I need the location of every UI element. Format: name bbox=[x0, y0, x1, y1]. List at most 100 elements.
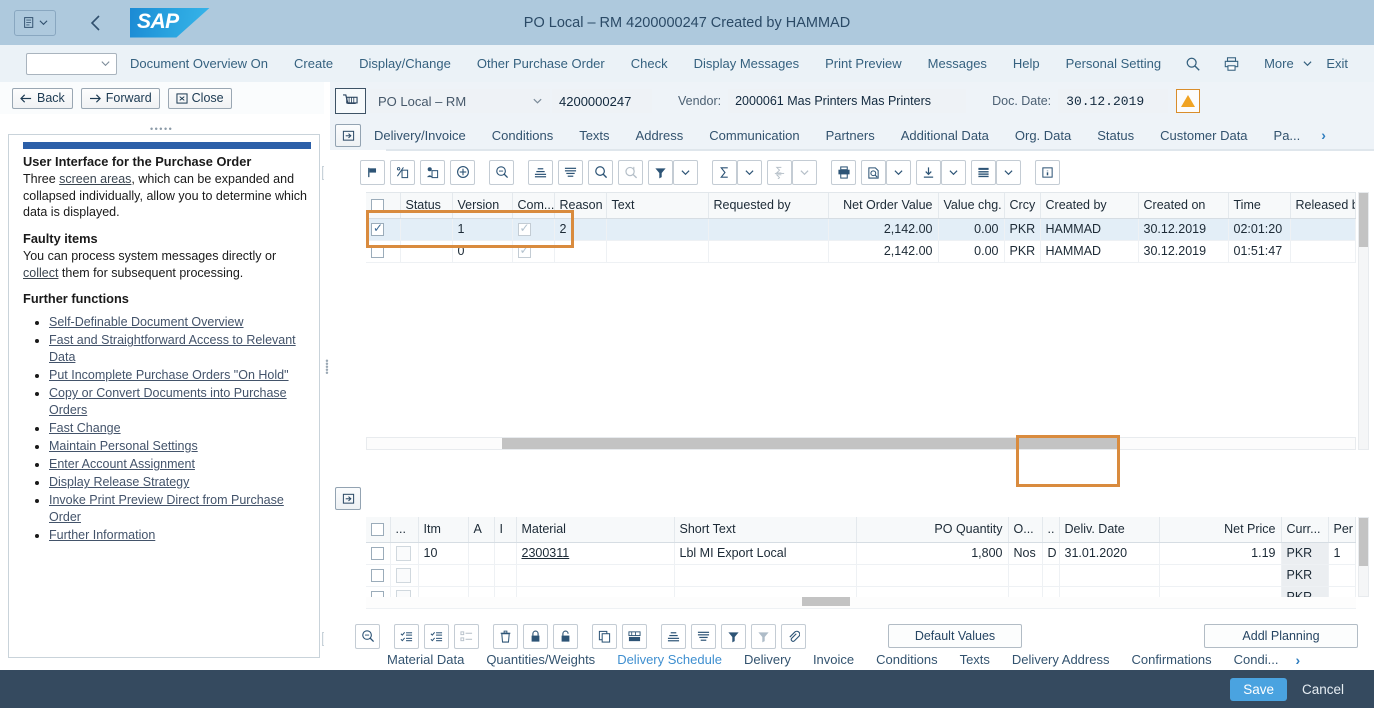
chevron-right-icon[interactable]: › bbox=[1313, 127, 1334, 143]
print-preview-dropdown-icon[interactable] bbox=[886, 159, 911, 185]
column-time[interactable]: Time bbox=[1228, 193, 1291, 219]
tab-item-conditions[interactable]: Conditions bbox=[865, 652, 948, 667]
find-next-icon[interactable] bbox=[618, 159, 643, 185]
header-grid-vscroll-thumb[interactable] bbox=[1359, 193, 1368, 247]
menu-item-personal-setting[interactable]: Personal Setting bbox=[1053, 56, 1174, 71]
sum-icon[interactable] bbox=[712, 159, 737, 185]
sort-descending-icon[interactable] bbox=[558, 159, 583, 185]
column-d[interactable]: .. bbox=[1042, 517, 1060, 543]
tab-customer-data[interactable]: Customer Data bbox=[1147, 128, 1260, 143]
print-preview-icon[interactable] bbox=[861, 159, 886, 185]
tab-delivery-address[interactable]: Delivery Address bbox=[1001, 652, 1121, 667]
export-icon[interactable] bbox=[916, 159, 941, 185]
tab-item-texts[interactable]: Texts bbox=[949, 652, 1001, 667]
help-link-enter-account-assignment[interactable]: Enter Account Assignment bbox=[49, 457, 195, 471]
tab-partners[interactable]: Partners bbox=[813, 128, 888, 143]
header-grid-hscroll-thumb[interactable] bbox=[502, 438, 1119, 449]
row-select-checkbox[interactable] bbox=[371, 569, 384, 583]
help-link-copy-convert-documents[interactable]: Copy or Convert Documents into Purchase … bbox=[49, 386, 287, 417]
column-ouom[interactable]: O... bbox=[1008, 517, 1043, 543]
row-select-checkbox[interactable] bbox=[371, 547, 384, 561]
column-po-quantity[interactable]: PO Quantity bbox=[856, 517, 1009, 543]
find-icon[interactable] bbox=[588, 159, 613, 185]
back-button-panel[interactable]: Back bbox=[12, 87, 73, 109]
row-checkbox-cell[interactable] bbox=[366, 218, 401, 241]
header-collapse-button[interactable] bbox=[335, 123, 361, 147]
menu-item-messages[interactable]: Messages bbox=[915, 56, 1000, 71]
table-row[interactable]: 1 2 2,142.00 0.00 PKR HAMMAD 30.12.2019 … bbox=[366, 218, 1356, 241]
row-checkbox-cell[interactable] bbox=[366, 564, 391, 587]
cell-material[interactable] bbox=[516, 564, 675, 587]
tab-additional-data[interactable]: Additional Data bbox=[888, 128, 1002, 143]
subtotal-icon[interactable] bbox=[767, 159, 792, 185]
help-link-collect[interactable]: collect bbox=[23, 266, 58, 280]
panel-grip-handle[interactable]: ••••• bbox=[150, 124, 173, 134]
column-net-order-value[interactable]: Net Order Value bbox=[828, 193, 939, 219]
column-per[interactable]: Per bbox=[1328, 517, 1356, 543]
row-checkbox-cell[interactable] bbox=[366, 240, 401, 263]
column-released-by[interactable]: Released by bbox=[1290, 193, 1356, 219]
item-select-all-checkbox[interactable] bbox=[371, 523, 384, 537]
material-link[interactable]: 2300311 bbox=[522, 546, 570, 560]
tab-communication[interactable]: Communication bbox=[696, 128, 812, 143]
menu-search-button[interactable] bbox=[1174, 56, 1212, 72]
menu-item-other-purchase-order[interactable]: Other Purchase Order bbox=[464, 56, 618, 71]
table-row[interactable]: 0 2,142.00 0.00 PKR HAMMAD 30.12.2019 01… bbox=[366, 240, 1356, 263]
tab-material-data[interactable]: Material Data bbox=[376, 652, 475, 667]
help-link-display-release-strategy[interactable]: Display Release Strategy bbox=[49, 475, 189, 489]
tab-org-data[interactable]: Org. Data bbox=[1002, 128, 1084, 143]
column-value-chg[interactable]: Value chg. bbox=[938, 193, 1005, 219]
column-short-text[interactable]: Short Text bbox=[674, 517, 857, 543]
search-detail-icon[interactable] bbox=[489, 159, 514, 185]
item-collapse-button[interactable] bbox=[335, 487, 361, 510]
select-all-header[interactable] bbox=[366, 193, 401, 219]
table-row[interactable]: PKR bbox=[366, 564, 1356, 587]
tab-quantities-weights[interactable]: Quantities/Weights bbox=[475, 652, 606, 667]
add-circle-icon[interactable] bbox=[450, 159, 475, 185]
menu-item-exit[interactable]: Exit bbox=[1326, 56, 1348, 71]
user-document-icon[interactable] bbox=[420, 159, 445, 185]
column-a[interactable]: A bbox=[468, 517, 495, 543]
tab-delivery-schedule[interactable]: Delivery Schedule bbox=[606, 652, 733, 667]
tab-confirmations[interactable]: Confirmations bbox=[1120, 652, 1222, 667]
column-deliv-date[interactable]: Deliv. Date bbox=[1059, 517, 1160, 543]
column-curr[interactable]: Curr... bbox=[1281, 517, 1329, 543]
column-material[interactable]: Material bbox=[516, 517, 675, 543]
vendor-field[interactable]: 2000061 Mas Printers Mas Printers bbox=[728, 89, 967, 113]
export-dropdown-icon[interactable] bbox=[941, 159, 966, 185]
menu-item-display-change[interactable]: Display/Change bbox=[346, 56, 464, 71]
column-status[interactable]: Status bbox=[400, 193, 453, 219]
save-button[interactable]: Save bbox=[1230, 677, 1287, 701]
tab-invoice[interactable]: Invoice bbox=[802, 652, 865, 667]
menu-item-check[interactable]: Check bbox=[618, 56, 681, 71]
help-link-fast-change[interactable]: Fast Change bbox=[49, 421, 121, 435]
column-created-on[interactable]: Created on bbox=[1138, 193, 1229, 219]
menu-item-print-preview[interactable]: Print Preview bbox=[812, 56, 915, 71]
warning-status-button[interactable] bbox=[1176, 89, 1201, 113]
layout-icon[interactable] bbox=[971, 159, 996, 185]
column-item-status[interactable]: ... bbox=[390, 517, 419, 543]
column-reason[interactable]: Reason bbox=[554, 193, 607, 219]
menu-item-more[interactable]: More bbox=[1251, 56, 1326, 71]
item-grid-vscroll-thumb[interactable] bbox=[1359, 518, 1368, 566]
help-link-fast-access-relevant-data[interactable]: Fast and Straightforward Access to Relev… bbox=[49, 333, 296, 364]
flag-icon[interactable] bbox=[360, 159, 385, 185]
cell-material[interactable]: 2300311 bbox=[516, 542, 675, 565]
menu-item-create[interactable]: Create bbox=[281, 56, 346, 71]
info-icon[interactable] bbox=[1035, 159, 1060, 185]
transaction-select[interactable] bbox=[26, 52, 118, 75]
percent-document-icon[interactable] bbox=[390, 159, 415, 185]
tab-delivery[interactable]: Delivery bbox=[733, 652, 802, 667]
tab-status[interactable]: Status bbox=[1084, 128, 1147, 143]
doc-date-field[interactable]: 30.12.2019 bbox=[1058, 89, 1169, 113]
sum-dropdown-icon[interactable] bbox=[737, 159, 762, 185]
tab-texts[interactable]: Texts bbox=[566, 128, 622, 143]
column-crcy[interactable]: Crcy bbox=[1004, 193, 1041, 219]
column-com[interactable]: Com... bbox=[512, 193, 555, 219]
help-link-put-incomplete-on-hold[interactable]: Put Incomplete Purchase Orders "On Hold" bbox=[49, 368, 289, 382]
help-link-screen-areas[interactable]: screen areas bbox=[59, 172, 131, 186]
cell-deliv-date[interactable]: 31.01.2020 bbox=[1059, 542, 1160, 565]
column-i[interactable]: I bbox=[494, 517, 517, 543]
chevron-right-icon[interactable]: › bbox=[1289, 652, 1306, 668]
help-link-self-definable-document-overview[interactable]: Self-Definable Document Overview bbox=[49, 315, 244, 329]
